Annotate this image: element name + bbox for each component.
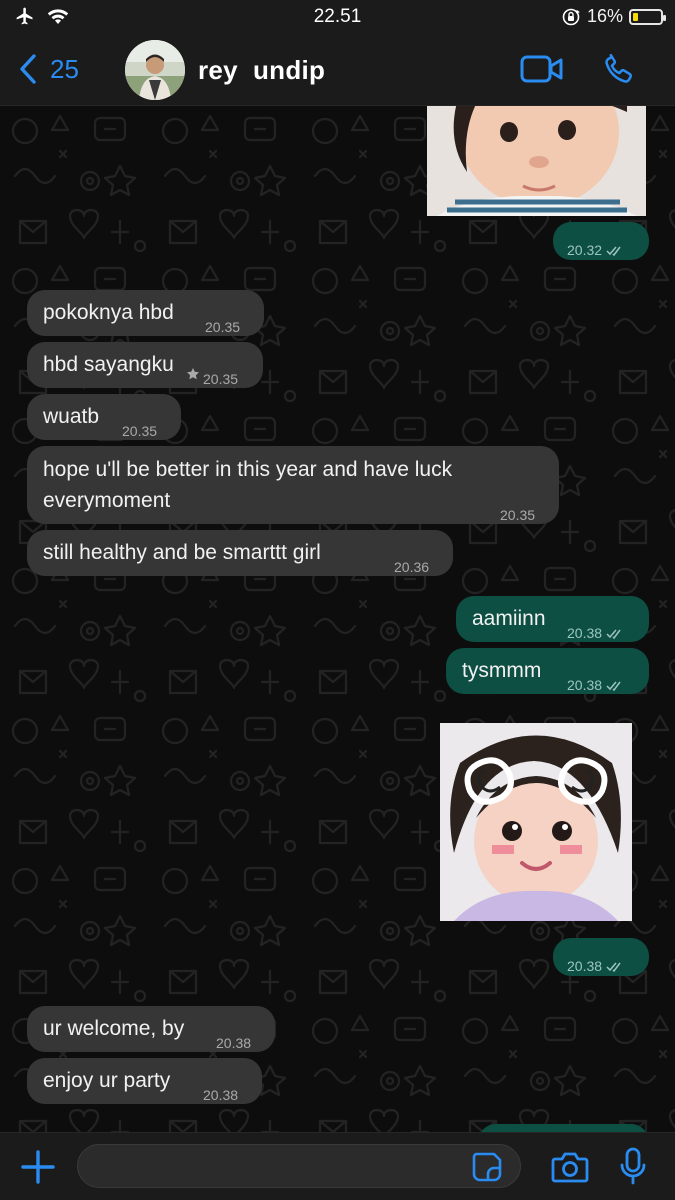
orientation-lock-icon — [562, 8, 580, 25]
double-check-icon — [606, 962, 621, 973]
plus-icon[interactable] — [20, 1149, 56, 1185]
double-check-icon — [606, 629, 621, 640]
message-text: hbd sayangku — [43, 353, 174, 376]
message-bubble[interactable]: still healthy and be smarttt girl 20.36 — [27, 530, 453, 576]
message-time: 20.38 — [567, 951, 624, 981]
battery-percent: 16% — [586, 6, 623, 26]
input-bar — [0, 1132, 675, 1200]
chat-header: 25 rey undip — [0, 36, 675, 106]
double-check-icon — [606, 681, 621, 692]
status-right: 16% — [561, 6, 666, 27]
message-bubble[interactable]: wuatb 20.35 — [27, 394, 181, 440]
message-time: 20.38 — [567, 618, 624, 648]
phone-call-icon[interactable] — [601, 51, 637, 87]
star-icon — [187, 368, 199, 380]
message-text: aamiinn — [472, 607, 546, 630]
battery-level — [633, 12, 638, 21]
chat-image[interactable] — [440, 723, 632, 921]
message-meta[interactable]: 20.38 — [553, 938, 649, 976]
status-bar: 22.51 16% — [0, 0, 675, 36]
back-button[interactable]: 25 — [18, 53, 79, 85]
message-bubble[interactable]: aamiinn 20.38 — [456, 596, 649, 642]
message-text-line2: everymoment — [43, 489, 171, 512]
message-bubble[interactable]: hope u'll be better in this year and hav… — [27, 446, 559, 524]
message-list[interactable]: 20.32 pokoknya hbd 20.35 hbd sayangku 20… — [0, 106, 675, 1132]
avatar[interactable] — [125, 40, 185, 100]
chat-screen: 22.51 16% 25 rey undip 20.32 pokoknya hb… — [0, 0, 675, 1200]
message-time: 20.35 — [122, 423, 158, 439]
message-bubble[interactable]: hbd sayangku 20.35 — [27, 342, 263, 388]
chat-image[interactable] — [427, 106, 646, 216]
message-time: 20.38 — [567, 670, 624, 700]
contact-name[interactable]: rey undip — [198, 55, 325, 86]
sticker-icon[interactable] — [470, 1150, 504, 1184]
message-bubble[interactable]: enjoy ur party 20.38 — [27, 1058, 262, 1104]
message-time: 20.32 — [567, 235, 624, 265]
message-time: 20.38 — [216, 1035, 252, 1051]
message-bubble[interactable]: ur welcome, by 20.38 — [27, 1006, 275, 1052]
message-text: wuatb — [43, 405, 100, 428]
battery-icon — [629, 8, 666, 25]
microphone-icon[interactable] — [619, 1146, 647, 1186]
message-meta[interactable]: 20.32 — [553, 222, 649, 260]
message-bubble[interactable]: pokoknya hbd 20.35 — [27, 290, 264, 336]
message-bubble-partial[interactable] — [478, 1124, 649, 1132]
message-text: hope u'll be better in this year and hav… — [43, 458, 453, 481]
video-call-icon[interactable] — [520, 53, 564, 85]
double-check-icon — [606, 246, 621, 257]
message-text: tysmmm — [462, 659, 542, 682]
message-time: 20.38 — [203, 1087, 239, 1103]
message-bubble[interactable]: tysmmm 20.38 — [446, 648, 649, 694]
message-time: 20.35 — [203, 371, 239, 387]
message-text: ur welcome, by — [43, 1017, 185, 1040]
chevron-left-icon — [20, 54, 36, 84]
message-input[interactable] — [77, 1144, 521, 1188]
message-text: pokoknya hbd — [43, 301, 174, 324]
message-time: 20.35 — [205, 319, 241, 335]
message-text: still healthy and be smarttt girl — [43, 541, 321, 564]
message-time: 20.36 — [394, 559, 430, 575]
message-text: enjoy ur party — [43, 1069, 171, 1092]
camera-icon[interactable] — [551, 1149, 589, 1185]
back-count: 25 — [50, 53, 79, 84]
message-time: 20.35 — [500, 507, 536, 523]
